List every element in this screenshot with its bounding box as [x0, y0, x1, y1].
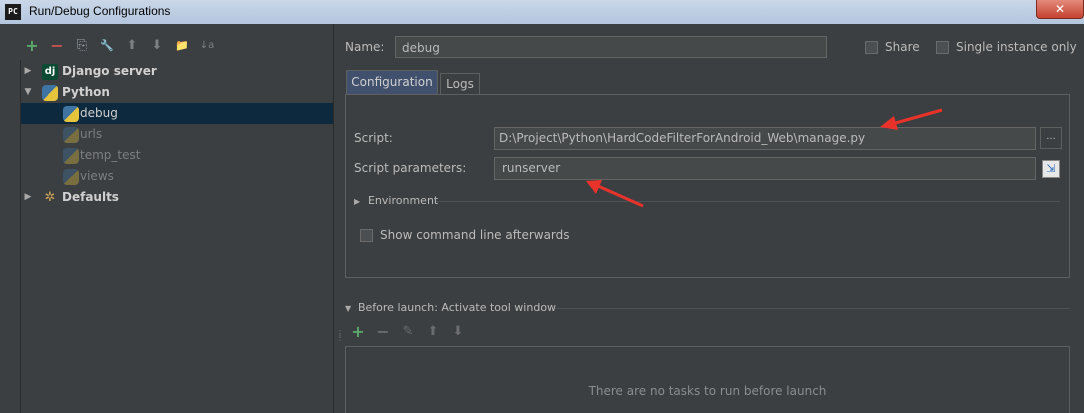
red-arrow-params	[586, 180, 644, 208]
red-arrow-script	[880, 108, 943, 130]
annotation-arrows	[586, 108, 943, 208]
